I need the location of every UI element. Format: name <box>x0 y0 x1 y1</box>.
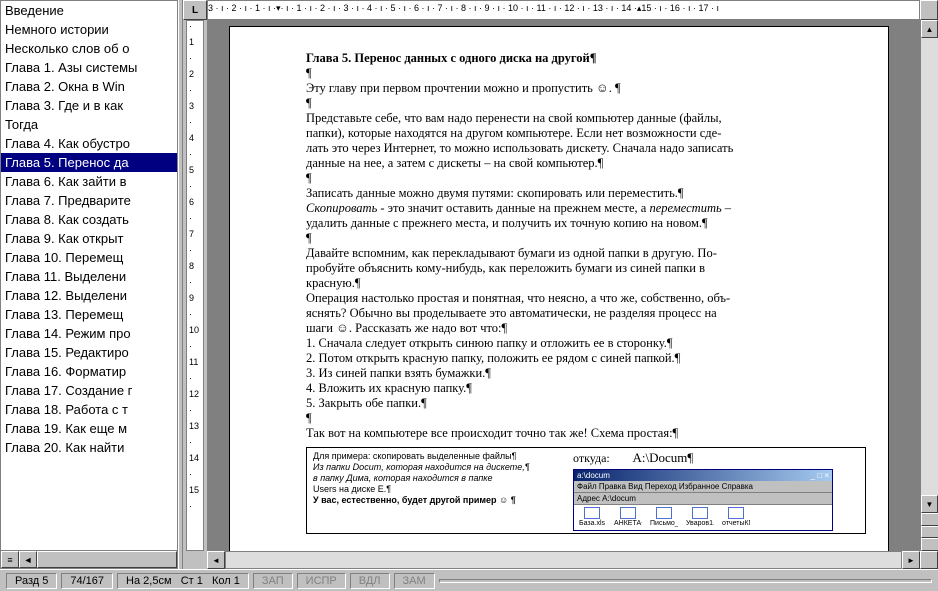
file-icon: АНКЕТА-2.doc <box>614 507 642 527</box>
horizontal-ruler[interactable]: 3 · ı · 2 · ı · 1 · ı ·▾· ı · 1 · ı · 2 … <box>207 0 920 20</box>
scroll-down-icon[interactable]: ▼ <box>921 495 938 513</box>
tab-align-button[interactable]: L <box>183 0 207 20</box>
window-controls-icon: _ □ × <box>811 471 829 480</box>
paragraph: Скопировать - это значит оставить данные… <box>306 201 858 216</box>
example-text-cell: Для примера: скопировать выделенные файл… <box>307 448 567 533</box>
file-icon: База.xls <box>578 507 606 527</box>
example-window-cell: откуда: A:\Docum¶ a:\docum _ □ × Файл Пр… <box>567 448 865 533</box>
scroll-left-icon[interactable]: ◄ <box>207 551 225 569</box>
embedded-explorer: a:\docum _ □ × Файл Правка Вид Переход И… <box>573 469 833 531</box>
list-item: Потом открыть красную папку, положить ее… <box>306 351 858 366</box>
file-icon: отчетыКМ... <box>722 507 750 527</box>
paragraph: шаги ☺. Рассказать же надо вот что:¶ <box>306 321 858 336</box>
nav-item[interactable]: Глава 7. Предварите <box>1 191 177 210</box>
status-rec[interactable]: ЗАП <box>253 573 293 589</box>
paragraph: Операция настолько простая и понятная, ч… <box>306 291 858 306</box>
vertical-scrollbar[interactable]: ▲ ▼ ▴ ● ▾ <box>920 20 938 551</box>
nav-item[interactable]: Глава 19. Как еще м <box>1 419 177 438</box>
nav-list[interactable]: ВведениеНемного историиНесколько слов об… <box>1 1 177 550</box>
view-buttons[interactable] <box>183 551 207 569</box>
embedded-menubar: Файл Правка Вид Переход Избранное Справк… <box>574 481 832 493</box>
example-table: Для примера: скопировать выделенные файл… <box>306 447 866 534</box>
browse-object-icon[interactable]: ● <box>921 526 938 538</box>
paragraph: Записать данные можно двумя путями: скоп… <box>306 186 858 201</box>
paragraph: лать это через Интернет, то можно исполь… <box>306 141 858 156</box>
list-item: Из синей папки взять бумажки.¶ <box>306 366 858 381</box>
scroll-right-icon[interactable]: ► <box>902 551 920 569</box>
status-extra <box>439 579 932 583</box>
nav-item[interactable]: Несколько слов об о <box>1 39 177 58</box>
paragraph: папки), которые находятся на другом комп… <box>306 126 858 141</box>
paragraph: Представьте себе, что вам надо перенести… <box>306 111 858 126</box>
where-label: откуда: <box>573 451 610 466</box>
status-position: На 2,5см Ст 1 Кол 1 <box>117 573 249 589</box>
nav-item[interactable]: Глава 18. Работа с т <box>1 400 177 419</box>
scroll-track[interactable] <box>37 551 177 568</box>
paragraph: ¶ <box>306 66 858 81</box>
list-item: Вложить их красную папку.¶ <box>306 381 858 396</box>
status-trk[interactable]: ИСПР <box>297 573 346 589</box>
paragraph: ¶ <box>306 171 858 186</box>
nav-item[interactable]: Глава 12. Выделени <box>1 286 177 305</box>
horizontal-scrollbar[interactable] <box>225 551 902 569</box>
paragraph: красную.¶ <box>306 276 858 291</box>
status-page: 74/167 <box>61 573 113 589</box>
nav-item[interactable]: Глава 4. Как обустро <box>1 134 177 153</box>
ruler-corner <box>920 0 938 20</box>
scroll-indent-icon[interactable]: ≡ <box>1 551 19 568</box>
nav-item[interactable]: Глава 5. Перенос да <box>1 153 177 172</box>
nav-item[interactable]: Тогда <box>1 115 177 134</box>
document-page[interactable]: Глава 5. Перенос данных с одного диска н… <box>229 26 889 551</box>
nav-item[interactable]: Введение <box>1 1 177 20</box>
scroll-up-icon[interactable]: ▲ <box>921 20 938 38</box>
prev-page-icon[interactable]: ▴ <box>921 513 938 526</box>
nav-item[interactable]: Глава 3. Где и в как <box>1 96 177 115</box>
paragraph: пробуйте объяснить кому-нибудь, как пере… <box>306 261 858 276</box>
heading: Глава 5. Перенос данных с одного диска н… <box>306 51 858 66</box>
where-value: A:\Docum¶ <box>633 450 694 465</box>
nav-item[interactable]: Глава 2. Окна в Win <box>1 77 177 96</box>
paragraph: данные на нее, а затем с дискеты – на св… <box>306 156 858 171</box>
scroll-left-icon[interactable]: ◄ <box>19 551 37 568</box>
file-icon: Уваров1.doc <box>686 507 714 527</box>
nav-item[interactable]: Глава 10. Перемещ <box>1 248 177 267</box>
nav-item[interactable]: Глава 20. Как найти <box>1 438 177 457</box>
paragraph: яснять? Обычно вы проделываете это автом… <box>306 306 858 321</box>
nav-item[interactable]: Немного истории <box>1 20 177 39</box>
editor-area: L 3 · ı · 2 · ı · 1 · ı ·▾· ı · 1 · ı · … <box>183 0 938 569</box>
paragraph: ¶ <box>306 411 858 426</box>
scroll-track[interactable] <box>921 38 938 495</box>
paragraph: Так вот на компьютере все происходит точ… <box>306 426 858 441</box>
embedded-titlebar: a:\docum _ □ × <box>574 470 832 481</box>
next-page-icon[interactable]: ▾ <box>921 538 938 551</box>
nav-item[interactable]: Глава 9. Как открыт <box>1 229 177 248</box>
paragraph: удалить данные с прежнего места, и получ… <box>306 216 858 231</box>
status-section: Разд 5 <box>6 573 57 589</box>
nav-item[interactable]: Глава 16. Форматир <box>1 362 177 381</box>
corner-grip <box>920 551 938 569</box>
list-item: Закрыть обе папки.¶ <box>306 396 858 411</box>
page-viewport[interactable]: Глава 5. Перенос данных с одного диска н… <box>207 20 920 551</box>
vertical-ruler[interactable]: ·1·2·3·4·5·6·7·8·9·10·11·12·13·14·15· <box>186 20 204 551</box>
file-icon: Письмо_де.doc <box>650 507 678 527</box>
paragraph: Эту главу при первом прочтении можно и п… <box>306 81 858 96</box>
nav-item[interactable]: Глава 15. Редактиро <box>1 343 177 362</box>
paragraph: Давайте вспомним, как перекладывают бума… <box>306 246 858 261</box>
paragraph: ¶ <box>306 96 858 111</box>
status-ovr[interactable]: ЗАМ <box>394 573 435 589</box>
nav-horizontal-scroll[interactable]: ≡ ◄ <box>1 550 177 568</box>
document-map: ВведениеНемного историиНесколько слов об… <box>0 0 178 569</box>
embedded-addressbar: Адрес A:\docum <box>574 493 832 505</box>
nav-item[interactable]: Глава 14. Режим про <box>1 324 177 343</box>
nav-item[interactable]: Глава 17. Создание г <box>1 381 177 400</box>
nav-item[interactable]: Глава 6. Как зайти в <box>1 172 177 191</box>
paragraph: ¶ <box>306 231 858 246</box>
nav-item[interactable]: Глава 13. Перемещ <box>1 305 177 324</box>
nav-item[interactable]: Глава 1. Азы системы <box>1 58 177 77</box>
nav-item[interactable]: Глава 11. Выделени <box>1 267 177 286</box>
status-ext[interactable]: ВДЛ <box>350 573 390 589</box>
list-item: Сначала следует открыть синюю папку и от… <box>306 336 858 351</box>
status-bar: Разд 5 74/167 На 2,5см Ст 1 Кол 1 ЗАП ИС… <box>0 569 938 591</box>
nav-item[interactable]: Глава 8. Как создать <box>1 210 177 229</box>
